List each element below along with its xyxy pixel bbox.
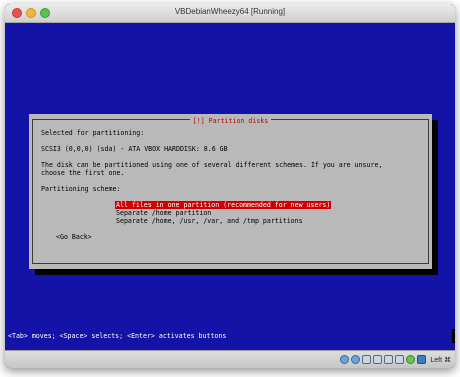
- explanation-line-1: The disk can be partitioned using one of…: [41, 161, 383, 169]
- host-key-label: Left ⌘: [430, 356, 451, 364]
- video-capture-icon[interactable]: [406, 355, 416, 364]
- optical-drive-icon[interactable]: [351, 355, 361, 364]
- option-separate-home-usr-var-tmp[interactable]: Separate /home, /usr, /var, and /tmp par…: [115, 217, 304, 225]
- vm-screen[interactable]: [!] Partition disks Selected for partiti…: [5, 23, 455, 350]
- display-icon[interactable]: [395, 355, 405, 364]
- dialog-title: [!] Partition disks: [189, 117, 272, 125]
- selected-label: Selected for partitioning:: [41, 129, 145, 137]
- dialog-frame: [!] Partition disks Selected for partiti…: [32, 117, 429, 264]
- vbox-statusbar: Left ⌘: [5, 350, 455, 368]
- explanation-line-2: choose the first one.: [41, 169, 125, 177]
- usb-icon[interactable]: [362, 355, 372, 364]
- scheme-label: Partitioning scheme:: [41, 185, 121, 193]
- window-title: VBDebianWheezy64 [Running]: [174, 7, 286, 16]
- go-back-button[interactable]: <Go Back>: [56, 233, 92, 241]
- partition-disks-dialog: [!] Partition disks Selected for partiti…: [29, 114, 432, 269]
- network-icon[interactable]: [384, 355, 394, 364]
- disk-info: SCSI3 (0,0,0) (sda) - ATA VBOX HARDDISK:…: [41, 145, 228, 153]
- statusline-edge: [452, 329, 455, 343]
- option-all-in-one-partition[interactable]: All files in one partition (recommended …: [115, 201, 332, 209]
- window-titlebar[interactable]: VBDebianWheezy64 [Running]: [5, 4, 455, 23]
- mouse-integration-icon[interactable]: [417, 355, 427, 364]
- hard-disk-icon[interactable]: [340, 355, 350, 364]
- shared-folder-icon[interactable]: [373, 355, 383, 364]
- installer-help-line: <Tab> moves; <Space> selects; <Enter> ac…: [8, 332, 227, 340]
- option-separate-home[interactable]: Separate /home partition: [115, 209, 212, 217]
- virtualbox-window: VBDebianWheezy64 [Running] [!] Partition…: [5, 4, 455, 368]
